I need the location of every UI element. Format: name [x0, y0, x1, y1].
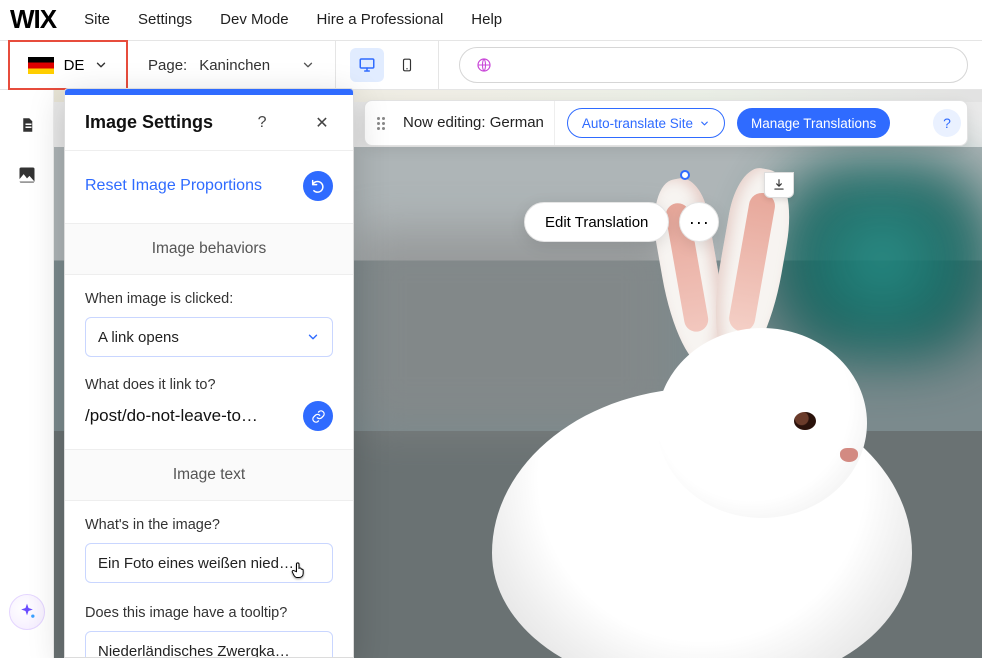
desktop-icon: [357, 56, 377, 74]
top-menu-bar: WIX Site Settings Dev Mode Hire a Profes…: [0, 0, 982, 40]
rail-pages-button[interactable]: [16, 114, 38, 136]
device-switcher: [336, 41, 439, 89]
alt-text-input[interactable]: Ein Foto eines weißen nied…: [85, 543, 333, 583]
tooltip-input[interactable]: Niederländisches Zwergka…: [85, 631, 333, 658]
chevron-down-icon: [94, 58, 108, 72]
download-chip[interactable]: [764, 172, 794, 198]
page-selector[interactable]: Page: Kaninchen: [128, 41, 336, 89]
undo-icon: [310, 178, 326, 194]
desktop-view-button[interactable]: [350, 48, 384, 82]
download-icon: [772, 178, 786, 192]
link-target-field: What does it link to? /post/do-not-leave…: [65, 363, 353, 450]
auto-translate-button[interactable]: Auto-translate Site: [567, 108, 725, 138]
click-action-label: When image is clicked:: [85, 291, 333, 307]
toolbar: DE Page: Kaninchen: [0, 40, 982, 90]
image-text-section-header: Image text: [65, 450, 353, 501]
ellipsis-icon: ···: [689, 212, 710, 233]
behaviors-section-header: Image behaviors: [65, 224, 353, 275]
wix-logo: WIX: [10, 4, 56, 35]
mobile-view-button[interactable]: [390, 48, 424, 82]
alt-text-value: Ein Foto eines weißen nied…: [98, 555, 294, 572]
editing-help-button[interactable]: ?: [933, 109, 961, 137]
reset-proportions-link[interactable]: Reset Image Proportions: [85, 177, 262, 195]
editing-label: Now editing: German: [403, 101, 555, 145]
page-label: Page:: [148, 57, 187, 74]
mobile-icon: [400, 55, 414, 75]
tooltip-value: Niederländisches Zwergka…: [98, 643, 290, 658]
auto-translate-label: Auto-translate Site: [582, 116, 693, 131]
language-selector[interactable]: DE: [8, 40, 128, 90]
editing-bar: Now editing: German Auto-translate Site …: [364, 100, 968, 146]
rail-media-button[interactable]: [16, 164, 38, 186]
panel-close-button[interactable]: ✕: [311, 113, 333, 133]
language-code: DE: [64, 57, 85, 74]
editing-label-lang: German: [490, 114, 544, 131]
manage-translations-button[interactable]: Manage Translations: [737, 108, 890, 138]
globe-icon: [476, 57, 492, 73]
panel-header: Image Settings ? ✕: [65, 95, 353, 151]
click-action-field: When image is clicked: A link opens: [65, 275, 353, 363]
revert-button[interactable]: [303, 171, 333, 201]
edit-translation-label: Edit Translation: [545, 214, 648, 231]
alt-text-label: What's in the image?: [85, 517, 333, 533]
url-bar[interactable]: [459, 47, 968, 83]
link-target-value: /post/do-not-leave-to…: [85, 406, 293, 426]
edit-link-button[interactable]: [303, 401, 333, 431]
panel-help-button[interactable]: ?: [251, 114, 273, 132]
tooltip-label: Does this image have a tooltip?: [85, 605, 333, 621]
page-value: Kaninchen: [199, 57, 289, 74]
alt-text-field: What's in the image? Ein Foto eines weiß…: [65, 501, 353, 589]
manage-translations-label: Manage Translations: [751, 116, 876, 131]
panel-title: Image Settings: [85, 112, 213, 133]
rabbit-head: [657, 328, 867, 518]
question-icon: ?: [943, 115, 951, 131]
rabbit-eye: [794, 412, 816, 430]
sparkle-icon: [17, 602, 37, 622]
tooltip-field: Does this image have a tooltip? Niederlä…: [65, 589, 353, 658]
rabbit-image[interactable]: [432, 228, 972, 658]
drag-handle-icon[interactable]: [371, 117, 391, 130]
rabbit-nose: [840, 448, 858, 462]
chevron-down-icon: [301, 58, 315, 72]
image-icon: [17, 165, 37, 185]
image-settings-panel: Image Settings ? ✕ Reset Image Proportio…: [64, 88, 354, 658]
url-bar-wrap: [439, 47, 982, 83]
menu-dev-mode[interactable]: Dev Mode: [220, 11, 288, 28]
rail-ai-button[interactable]: [9, 594, 45, 630]
click-action-value: A link opens: [98, 329, 179, 346]
left-rail: [0, 90, 54, 658]
link-target-label: What does it link to?: [85, 377, 333, 393]
flag-germany-icon: [28, 57, 54, 74]
menu-settings[interactable]: Settings: [138, 11, 192, 28]
document-icon: [18, 115, 36, 135]
edit-translation-button[interactable]: Edit Translation: [524, 202, 669, 242]
click-action-select[interactable]: A link opens: [85, 317, 333, 357]
menu-site[interactable]: Site: [84, 11, 110, 28]
link-icon: [311, 409, 326, 424]
editing-label-prefix: Now editing:: [403, 114, 490, 131]
chevron-down-icon: [699, 118, 710, 129]
reset-proportions-row: Reset Image Proportions: [65, 151, 353, 224]
more-actions-button[interactable]: ···: [679, 202, 719, 242]
floating-translation-actions: Edit Translation ···: [524, 202, 719, 242]
menu-hire-professional[interactable]: Hire a Professional: [317, 11, 444, 28]
chevron-down-icon: [306, 330, 320, 344]
ruler-handle[interactable]: [680, 170, 690, 180]
menu-help[interactable]: Help: [471, 11, 502, 28]
